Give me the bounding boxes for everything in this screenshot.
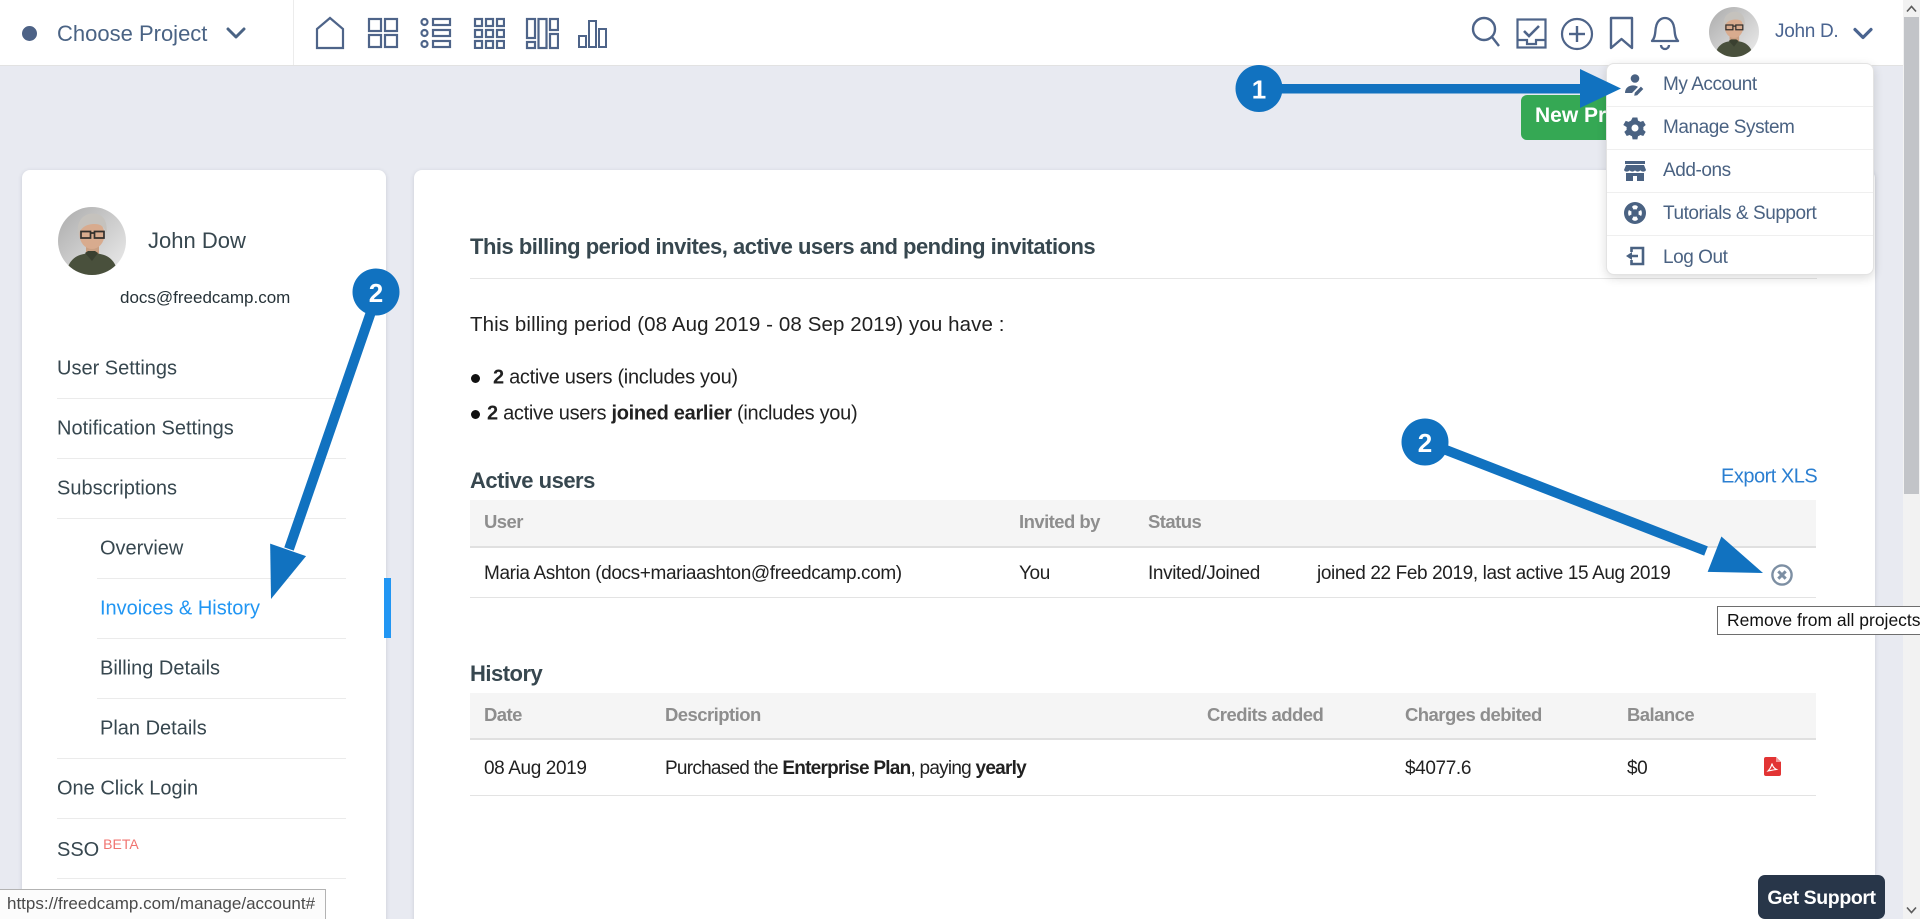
svg-text:1: 1 bbox=[1252, 75, 1266, 105]
svg-text:2: 2 bbox=[1418, 428, 1432, 458]
svg-text:2: 2 bbox=[369, 278, 383, 308]
